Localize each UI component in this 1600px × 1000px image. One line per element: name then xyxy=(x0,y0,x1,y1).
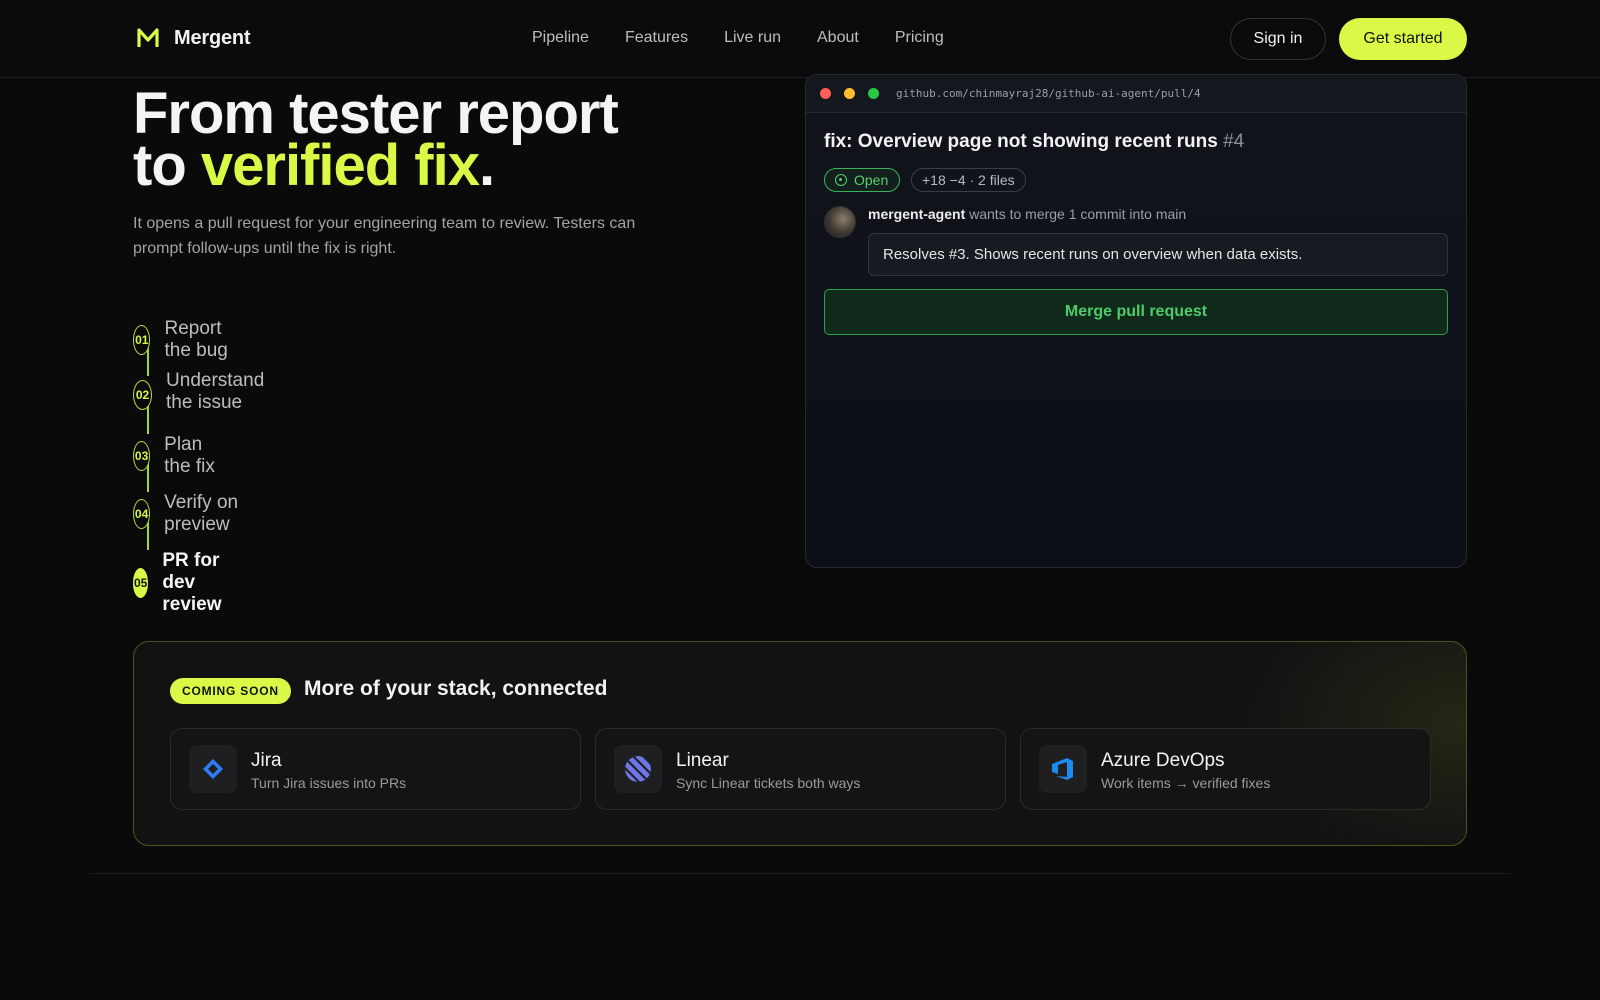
get-started-button[interactable]: Get started xyxy=(1339,18,1467,60)
step-report-bug[interactable]: 01 Report the bug xyxy=(133,318,234,362)
panel-title: More of your stack, connected xyxy=(304,677,608,700)
jira-icon xyxy=(189,745,237,793)
linear-icon xyxy=(614,745,662,793)
integration-card-azure-devops[interactable]: Azure DevOps Work items → verified fixes xyxy=(1020,728,1431,810)
integration-name: Azure DevOps xyxy=(1101,750,1225,771)
integration-description: Work items → verified fixes xyxy=(1101,775,1271,791)
hero-title-to: to xyxy=(133,133,201,198)
step-number: 02 xyxy=(133,380,153,410)
integration-description: Turn Jira issues into PRs xyxy=(251,775,407,791)
hero-title-period: . xyxy=(478,133,495,198)
pr-author[interactable]: mergent-agent xyxy=(868,206,965,222)
pr-status-badge: Open xyxy=(824,168,901,192)
hero-title-highlight: verified fix xyxy=(200,133,480,198)
nav-item-pipeline[interactable]: Pipeline xyxy=(532,29,589,47)
merge-pull-request-button[interactable]: Merge pull request xyxy=(824,289,1448,335)
browser-bar: github.com/chinmayraj28/github-ai-agent/… xyxy=(806,75,1466,113)
pr-title-text: fix: Overview page not showing recent ru… xyxy=(824,131,1218,152)
pr-status-text: Open xyxy=(854,172,889,188)
step-label: Understand the issue xyxy=(166,370,265,413)
sign-in-button[interactable]: Sign in xyxy=(1230,18,1326,60)
nav-item-about[interactable]: About xyxy=(817,29,859,47)
step-label: Verify on preview xyxy=(164,492,239,535)
integration-description: Sync Linear tickets both ways xyxy=(676,775,861,791)
merge-description: mergent-agent wants to merge 1 commit in… xyxy=(868,206,1186,222)
brand-logo[interactable]: Mergent xyxy=(136,26,251,50)
brand-name: Mergent xyxy=(174,26,251,49)
nav-item-live-run[interactable]: Live run xyxy=(724,29,781,47)
window-close-icon xyxy=(820,88,831,99)
step-number: 03 xyxy=(133,441,151,471)
integration-card-linear[interactable]: Linear Sync Linear tickets both ways xyxy=(595,728,1006,810)
step-pr-dev-review[interactable]: 05 PR for dev review xyxy=(133,550,236,616)
step-plan-fix[interactable]: 03 Plan the fix xyxy=(133,434,215,478)
coming-soon-panel: COMING SOON More of your stack, connecte… xyxy=(133,641,1467,846)
azure-devops-icon xyxy=(1039,745,1087,793)
step-label: Report the bug xyxy=(164,318,228,361)
pr-comment: Resolves #3. Shows recent runs on overvi… xyxy=(868,233,1448,276)
hero-description: It opens a pull request for your enginee… xyxy=(133,215,636,257)
step-number: 01 xyxy=(133,325,151,355)
main-nav: Pipeline Features Live run About Pricing xyxy=(532,29,980,47)
site-header: Mergent Pipeline Features Live run About… xyxy=(0,0,1600,78)
mergent-logo-icon xyxy=(137,28,159,47)
integration-card-jira[interactable]: Jira Turn Jira issues into PRs xyxy=(170,728,581,810)
pull-request-preview: github.com/chinmayraj28/github-ai-agent/… xyxy=(805,74,1467,568)
nav-item-pricing[interactable]: Pricing xyxy=(895,29,944,47)
pr-number: #4 xyxy=(1223,131,1245,152)
step-number: 04 xyxy=(133,499,151,529)
window-minimize-icon xyxy=(844,88,855,99)
step-label: Plan the fix xyxy=(164,434,215,477)
step-understand-issue[interactable]: 02 Understand the issue xyxy=(133,370,275,414)
author-avatar xyxy=(824,206,856,238)
browser-url: github.com/chinmayraj28/github-ai-agent/… xyxy=(896,87,1201,100)
coming-soon-badge: COMING SOON xyxy=(170,678,291,704)
step-verify-preview[interactable]: 04 Verify on preview xyxy=(133,492,242,536)
step-label: PR for dev review xyxy=(162,550,222,615)
hero-title: From tester report to verified fix. xyxy=(133,85,753,195)
pr-diff-badge: +18 −4 · 2 files xyxy=(911,168,1026,192)
step-number: 05 xyxy=(133,568,149,598)
integration-name: Jira xyxy=(251,750,282,771)
integration-name: Linear xyxy=(676,750,729,771)
merge-text: wants to merge 1 commit into main xyxy=(969,206,1187,222)
window-maximize-icon xyxy=(868,88,879,99)
nav-item-features[interactable]: Features xyxy=(625,29,688,47)
pr-open-icon xyxy=(835,174,847,186)
pr-title: fix: Overview page not showing recent ru… xyxy=(824,131,1244,153)
section-divider xyxy=(90,873,1510,874)
